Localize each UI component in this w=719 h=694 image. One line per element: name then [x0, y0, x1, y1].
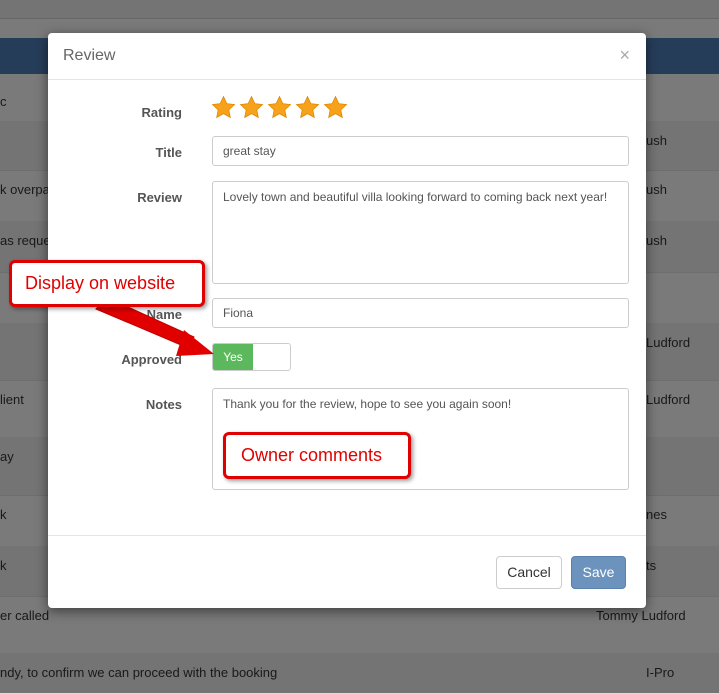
callout-display-on-website: Display on website [9, 260, 205, 307]
callout-arrow [95, 296, 214, 356]
callout-owner-comments: Owner comments [223, 432, 411, 479]
